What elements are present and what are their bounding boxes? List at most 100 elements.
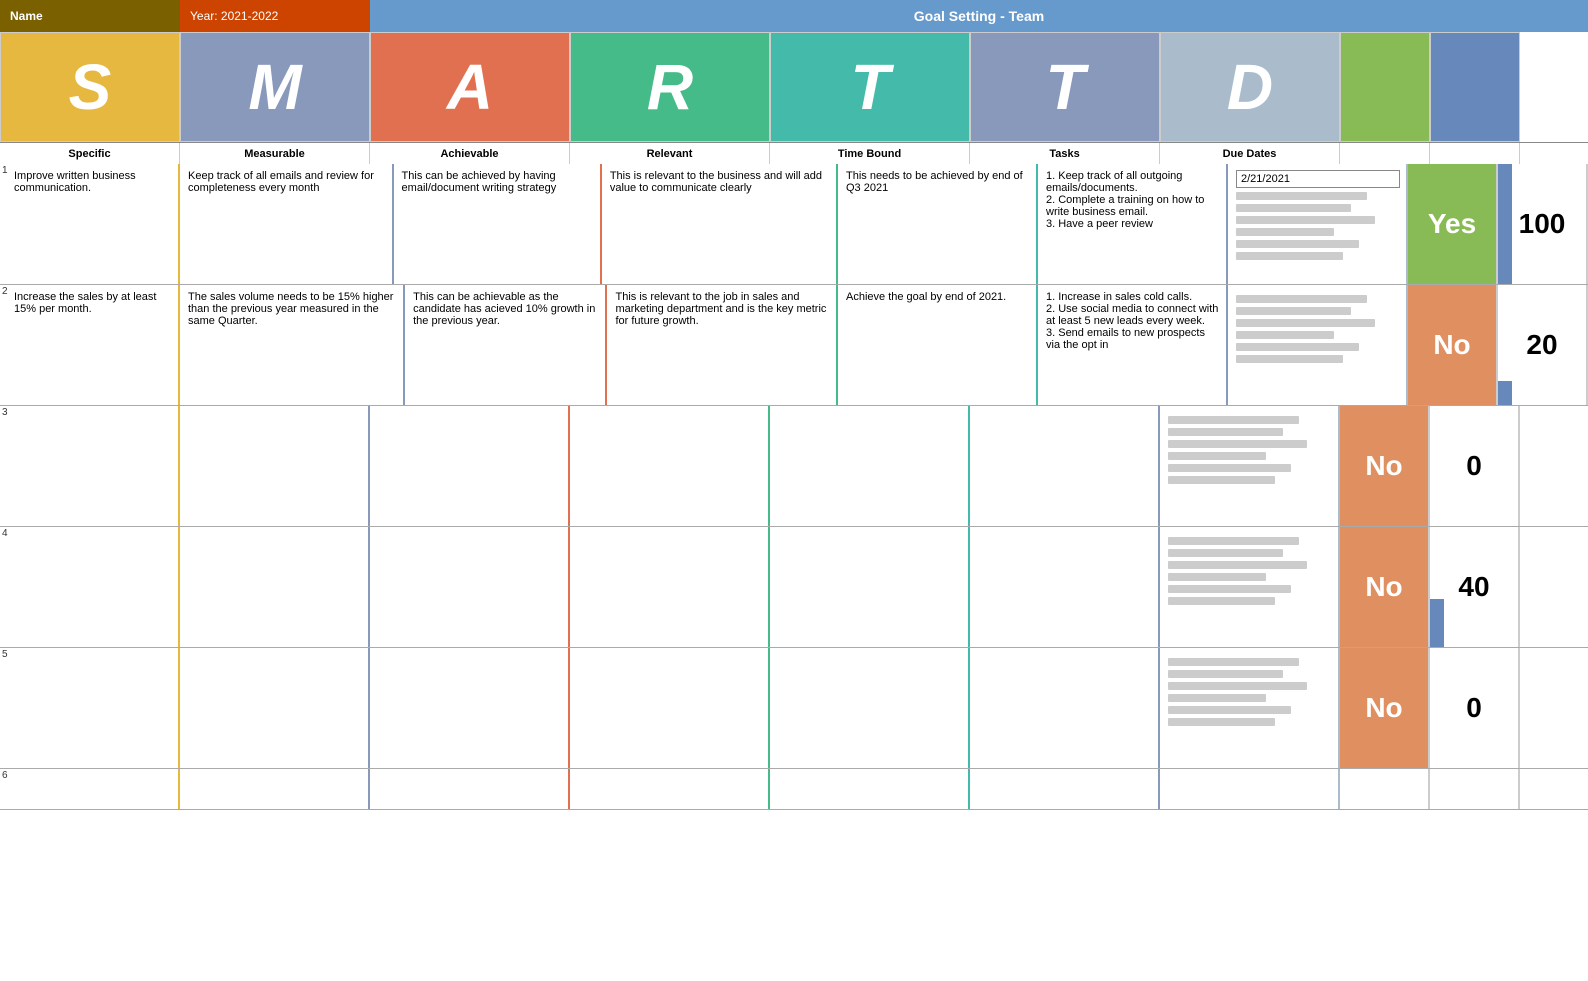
smart-header: S M A R T T D xyxy=(0,32,1588,142)
cell-specific-1[interactable]: 1 Improve written business communication… xyxy=(0,164,180,284)
cell-specific-3[interactable]: 3 xyxy=(0,406,180,526)
cell-yesno-4[interactable]: No xyxy=(1340,527,1430,647)
due-date-box[interactable]: 2/21/2021 xyxy=(1236,170,1400,188)
partial-row: 6 xyxy=(0,769,1588,810)
year-label: Year: 2021-2022 xyxy=(190,9,278,23)
data-rows: 1 Improve written business communication… xyxy=(0,164,1588,769)
cell-relevant-1[interactable]: This is relevant to the business and wil… xyxy=(602,164,838,284)
cell-achievable-4[interactable] xyxy=(370,527,570,647)
title-bar: Name Year: 2021-2022 Goal Setting - Team xyxy=(0,0,1588,32)
cell-tasks-1[interactable]: 1. Keep track of all outgoing emails/doc… xyxy=(1038,164,1228,284)
smart-t2-cell: T xyxy=(970,32,1160,142)
cell-timebound-4[interactable] xyxy=(770,527,970,647)
app-container: Name Year: 2021-2022 Goal Setting - Team… xyxy=(0,0,1588,981)
partial-score xyxy=(1430,769,1520,809)
cell-relevant-4[interactable] xyxy=(570,527,770,647)
score-bar xyxy=(1430,599,1444,647)
score-value: 40 xyxy=(1458,571,1489,603)
smart-r-cell: R xyxy=(570,32,770,142)
cell-specific-5[interactable]: 5 xyxy=(0,648,180,768)
cell-score-1: 100 xyxy=(1498,164,1588,284)
smart-d-cell: D xyxy=(1160,32,1340,142)
cell-specific-4[interactable]: 4 xyxy=(0,527,180,647)
score-container: 100 xyxy=(1498,164,1586,284)
cell-yesno-1[interactable]: Yes xyxy=(1408,164,1498,284)
table-row-3: 3 No xyxy=(0,406,1588,527)
cell-tasks-3[interactable] xyxy=(970,406,1160,526)
cell-tasks-5[interactable] xyxy=(970,648,1160,768)
cell-measurable-5[interactable] xyxy=(180,648,370,768)
cell-score-4: 40 xyxy=(1430,527,1520,647)
smart-s-cell: S xyxy=(0,32,180,142)
cell-duedates-4[interactable] xyxy=(1160,527,1340,647)
table-row-1: 1 Improve written business communication… xyxy=(0,164,1588,285)
col-specific: Specific xyxy=(0,143,180,164)
yesno-no: No xyxy=(1340,527,1428,647)
cell-achievable-1[interactable]: This can be achieved by having email/doc… xyxy=(394,164,602,284)
col-relevant: Relevant xyxy=(570,143,770,164)
cell-timebound-3[interactable] xyxy=(770,406,970,526)
col-tasks: Tasks xyxy=(970,143,1160,164)
name-label: Name xyxy=(10,9,43,23)
score-container: 0 xyxy=(1430,648,1518,768)
name-cell: Name xyxy=(0,0,180,32)
partial-yesno xyxy=(1340,769,1430,809)
cell-tasks-2[interactable]: 1. Increase in sales cold calls.2. Use s… xyxy=(1038,285,1228,405)
score-value: 0 xyxy=(1466,450,1482,482)
cell-measurable-2[interactable]: The sales volume needs to be 15% higher … xyxy=(180,285,405,405)
main-title: Goal Setting - Team xyxy=(370,0,1588,32)
cell-achievable-2[interactable]: This can be achievable as the candidate … xyxy=(405,285,607,405)
partial-achievable xyxy=(370,769,570,809)
table-row-5: 5 No xyxy=(0,648,1588,769)
smart-a-cell: A xyxy=(370,32,570,142)
cell-achievable-3[interactable] xyxy=(370,406,570,526)
yesno-no: No xyxy=(1340,406,1428,526)
partial-measurable xyxy=(180,769,370,809)
cell-timebound-5[interactable] xyxy=(770,648,970,768)
cell-achievable-5[interactable] xyxy=(370,648,570,768)
score-header-cell xyxy=(1430,32,1520,142)
score-value: 20 xyxy=(1526,329,1557,361)
cell-measurable-1[interactable]: Keep track of all emails and review for … xyxy=(180,164,394,284)
cell-relevant-5[interactable] xyxy=(570,648,770,768)
smart-t1-cell: T xyxy=(770,32,970,142)
score-value: 0 xyxy=(1466,692,1482,724)
cell-timebound-2[interactable]: Achieve the goal by end of 2021. xyxy=(838,285,1038,405)
column-labels: Specific Measurable Achievable Relevant … xyxy=(0,142,1588,164)
cell-specific-2[interactable]: 2 Increase the sales by at least 15% per… xyxy=(0,285,180,405)
cell-relevant-2[interactable]: This is relevant to the job in sales and… xyxy=(607,285,838,405)
yesno-no: No xyxy=(1408,285,1496,405)
partial-specific: 6 xyxy=(0,769,180,809)
cell-timebound-1[interactable]: This needs to be achieved by end of Q3 2… xyxy=(838,164,1038,284)
cell-duedates-1[interactable]: 2/21/2021 xyxy=(1228,164,1408,284)
cell-yesno-2[interactable]: No xyxy=(1408,285,1498,405)
cell-measurable-3[interactable] xyxy=(180,406,370,526)
score-container: 40 xyxy=(1430,527,1518,647)
partial-relevant xyxy=(570,769,770,809)
smart-m-cell: M xyxy=(180,32,370,142)
col-timebound: Time Bound xyxy=(770,143,970,164)
score-bar xyxy=(1498,164,1512,284)
cell-duedates-5[interactable] xyxy=(1160,648,1340,768)
col-score xyxy=(1430,143,1520,164)
table-row-2: 2 Increase the sales by at least 15% per… xyxy=(0,285,1588,406)
score-value: 100 xyxy=(1519,208,1566,240)
cell-score-3: 0 xyxy=(1430,406,1520,526)
col-measurable: Measurable xyxy=(180,143,370,164)
cell-yesno-5[interactable]: No xyxy=(1340,648,1430,768)
score-container: 0 xyxy=(1430,406,1518,526)
cell-measurable-4[interactable] xyxy=(180,527,370,647)
partial-timebound xyxy=(770,769,970,809)
cell-tasks-4[interactable] xyxy=(970,527,1160,647)
partial-duedates xyxy=(1160,769,1340,809)
yesno-yes: Yes xyxy=(1408,164,1496,284)
score-container: 20 xyxy=(1498,285,1586,405)
year-cell: Year: 2021-2022 xyxy=(180,0,370,32)
partial-tasks xyxy=(970,769,1160,809)
col-yesno xyxy=(1340,143,1430,164)
cell-yesno-3[interactable]: No xyxy=(1340,406,1430,526)
cell-duedates-2[interactable] xyxy=(1228,285,1408,405)
cell-relevant-3[interactable] xyxy=(570,406,770,526)
cell-score-2: 20 xyxy=(1498,285,1588,405)
cell-duedates-3[interactable] xyxy=(1160,406,1340,526)
